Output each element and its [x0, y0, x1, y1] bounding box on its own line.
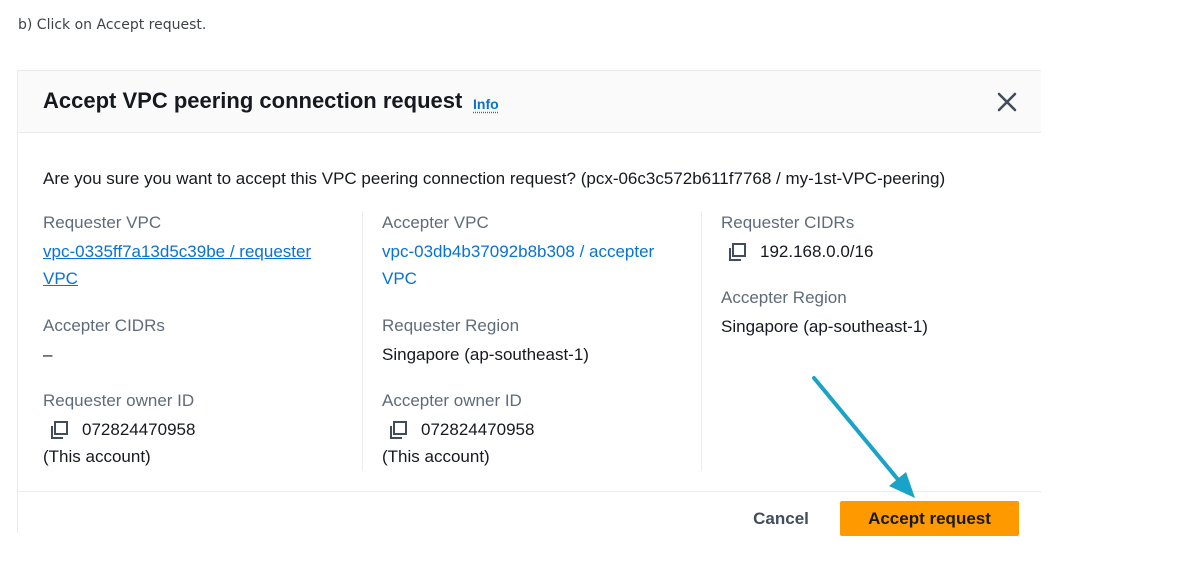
requester-owner-field: Requester owner ID 072824470958 (This ac… — [43, 389, 358, 470]
requester-owner-note: (This account) — [43, 447, 151, 466]
requester-region-label: Requester Region — [382, 316, 520, 335]
accepter-cidrs-field: Accepter CIDRs – — [43, 314, 358, 368]
requester-owner-label: Requester owner ID — [43, 391, 195, 410]
requester-region-field: Requester Region Singapore (ap-southeast… — [382, 314, 697, 368]
accepter-cidrs-label: Accepter CIDRs — [43, 316, 165, 335]
cancel-button[interactable]: Cancel — [738, 502, 824, 536]
close-button[interactable] — [994, 89, 1020, 115]
copy-icon[interactable] — [48, 419, 70, 441]
modal-title: Accept VPC peering connection request — [43, 88, 463, 113]
requester-region-value: Singapore (ap-southeast-1) — [382, 345, 589, 364]
requester-vpc-link-cont[interactable]: VPC — [43, 269, 78, 288]
requester-cidrs-label: Requester CIDRs — [721, 213, 855, 232]
accept-vpc-peering-modal: Accept VPC peering connection request In… — [17, 70, 1041, 536]
requester-vpc-field: Requester VPC vpc-0335ff7a13d5c39be / re… — [43, 211, 358, 292]
copy-icon[interactable] — [387, 419, 409, 441]
accepter-vpc-field: Accepter VPC vpc-03db4b37092b8b308 / acc… — [382, 211, 697, 292]
requester-vpc-label: Requester VPC — [43, 213, 162, 232]
requester-cidrs-value: 192.168.0.0/16 — [760, 242, 874, 261]
accepter-vpc-link-cont[interactable]: VPC — [382, 269, 417, 288]
column-divider — [362, 211, 363, 471]
copy-icon[interactable] — [726, 241, 748, 263]
accepter-region-label: Accepter Region — [721, 288, 847, 307]
accepter-owner-value-row: 072824470958 — [382, 416, 697, 443]
info-link[interactable]: Info — [473, 96, 499, 112]
details-column-3: Requester CIDRs 192.168.0.0/16 Accepter … — [721, 211, 1021, 471]
requester-owner-value-row: 072824470958 — [43, 416, 358, 443]
accepter-vpc-link[interactable]: vpc-03db4b37092b8b308 / accepter — [382, 242, 654, 261]
requester-cidrs-value-row: 192.168.0.0/16 — [721, 238, 1021, 265]
accepter-vpc-link-group: vpc-03db4b37092b8b308 / accepter VPC — [382, 238, 697, 292]
instruction-text: b) Click on Accept request. — [18, 17, 207, 33]
details-column-1: Requester VPC vpc-0335ff7a13d5c39be / re… — [43, 211, 358, 471]
requester-vpc-link-group: vpc-0335ff7a13d5c39be / requester VPC — [43, 238, 358, 292]
requester-cidrs-field: Requester CIDRs 192.168.0.0/16 — [721, 211, 1021, 265]
accepter-region-value: Singapore (ap-southeast-1) — [721, 317, 928, 336]
details-column-2: Accepter VPC vpc-03db4b37092b8b308 / acc… — [382, 211, 697, 471]
accepter-owner-id: 072824470958 — [421, 420, 535, 439]
footer-divider — [18, 491, 1041, 492]
accepter-owner-field: Accepter owner ID 072824470958 (This acc… — [382, 389, 697, 470]
accepter-region-field: Accepter Region Singapore (ap-southeast-… — [721, 286, 1021, 340]
accepter-owner-note: (This account) — [382, 447, 490, 466]
requester-owner-id: 072824470958 — [82, 420, 196, 439]
accept-request-button[interactable]: Accept request — [840, 501, 1019, 536]
confirmation-question: Are you sure you want to accept this VPC… — [43, 169, 946, 188]
modal-header: Accept VPC peering connection request In… — [18, 71, 1041, 133]
close-icon — [997, 92, 1017, 112]
accepter-owner-label: Accepter owner ID — [382, 391, 522, 410]
requester-vpc-link[interactable]: vpc-0335ff7a13d5c39be / requester — [43, 242, 311, 261]
accepter-cidrs-value: – — [43, 345, 53, 364]
accepter-vpc-label: Accepter VPC — [382, 213, 489, 232]
column-divider — [701, 211, 702, 471]
